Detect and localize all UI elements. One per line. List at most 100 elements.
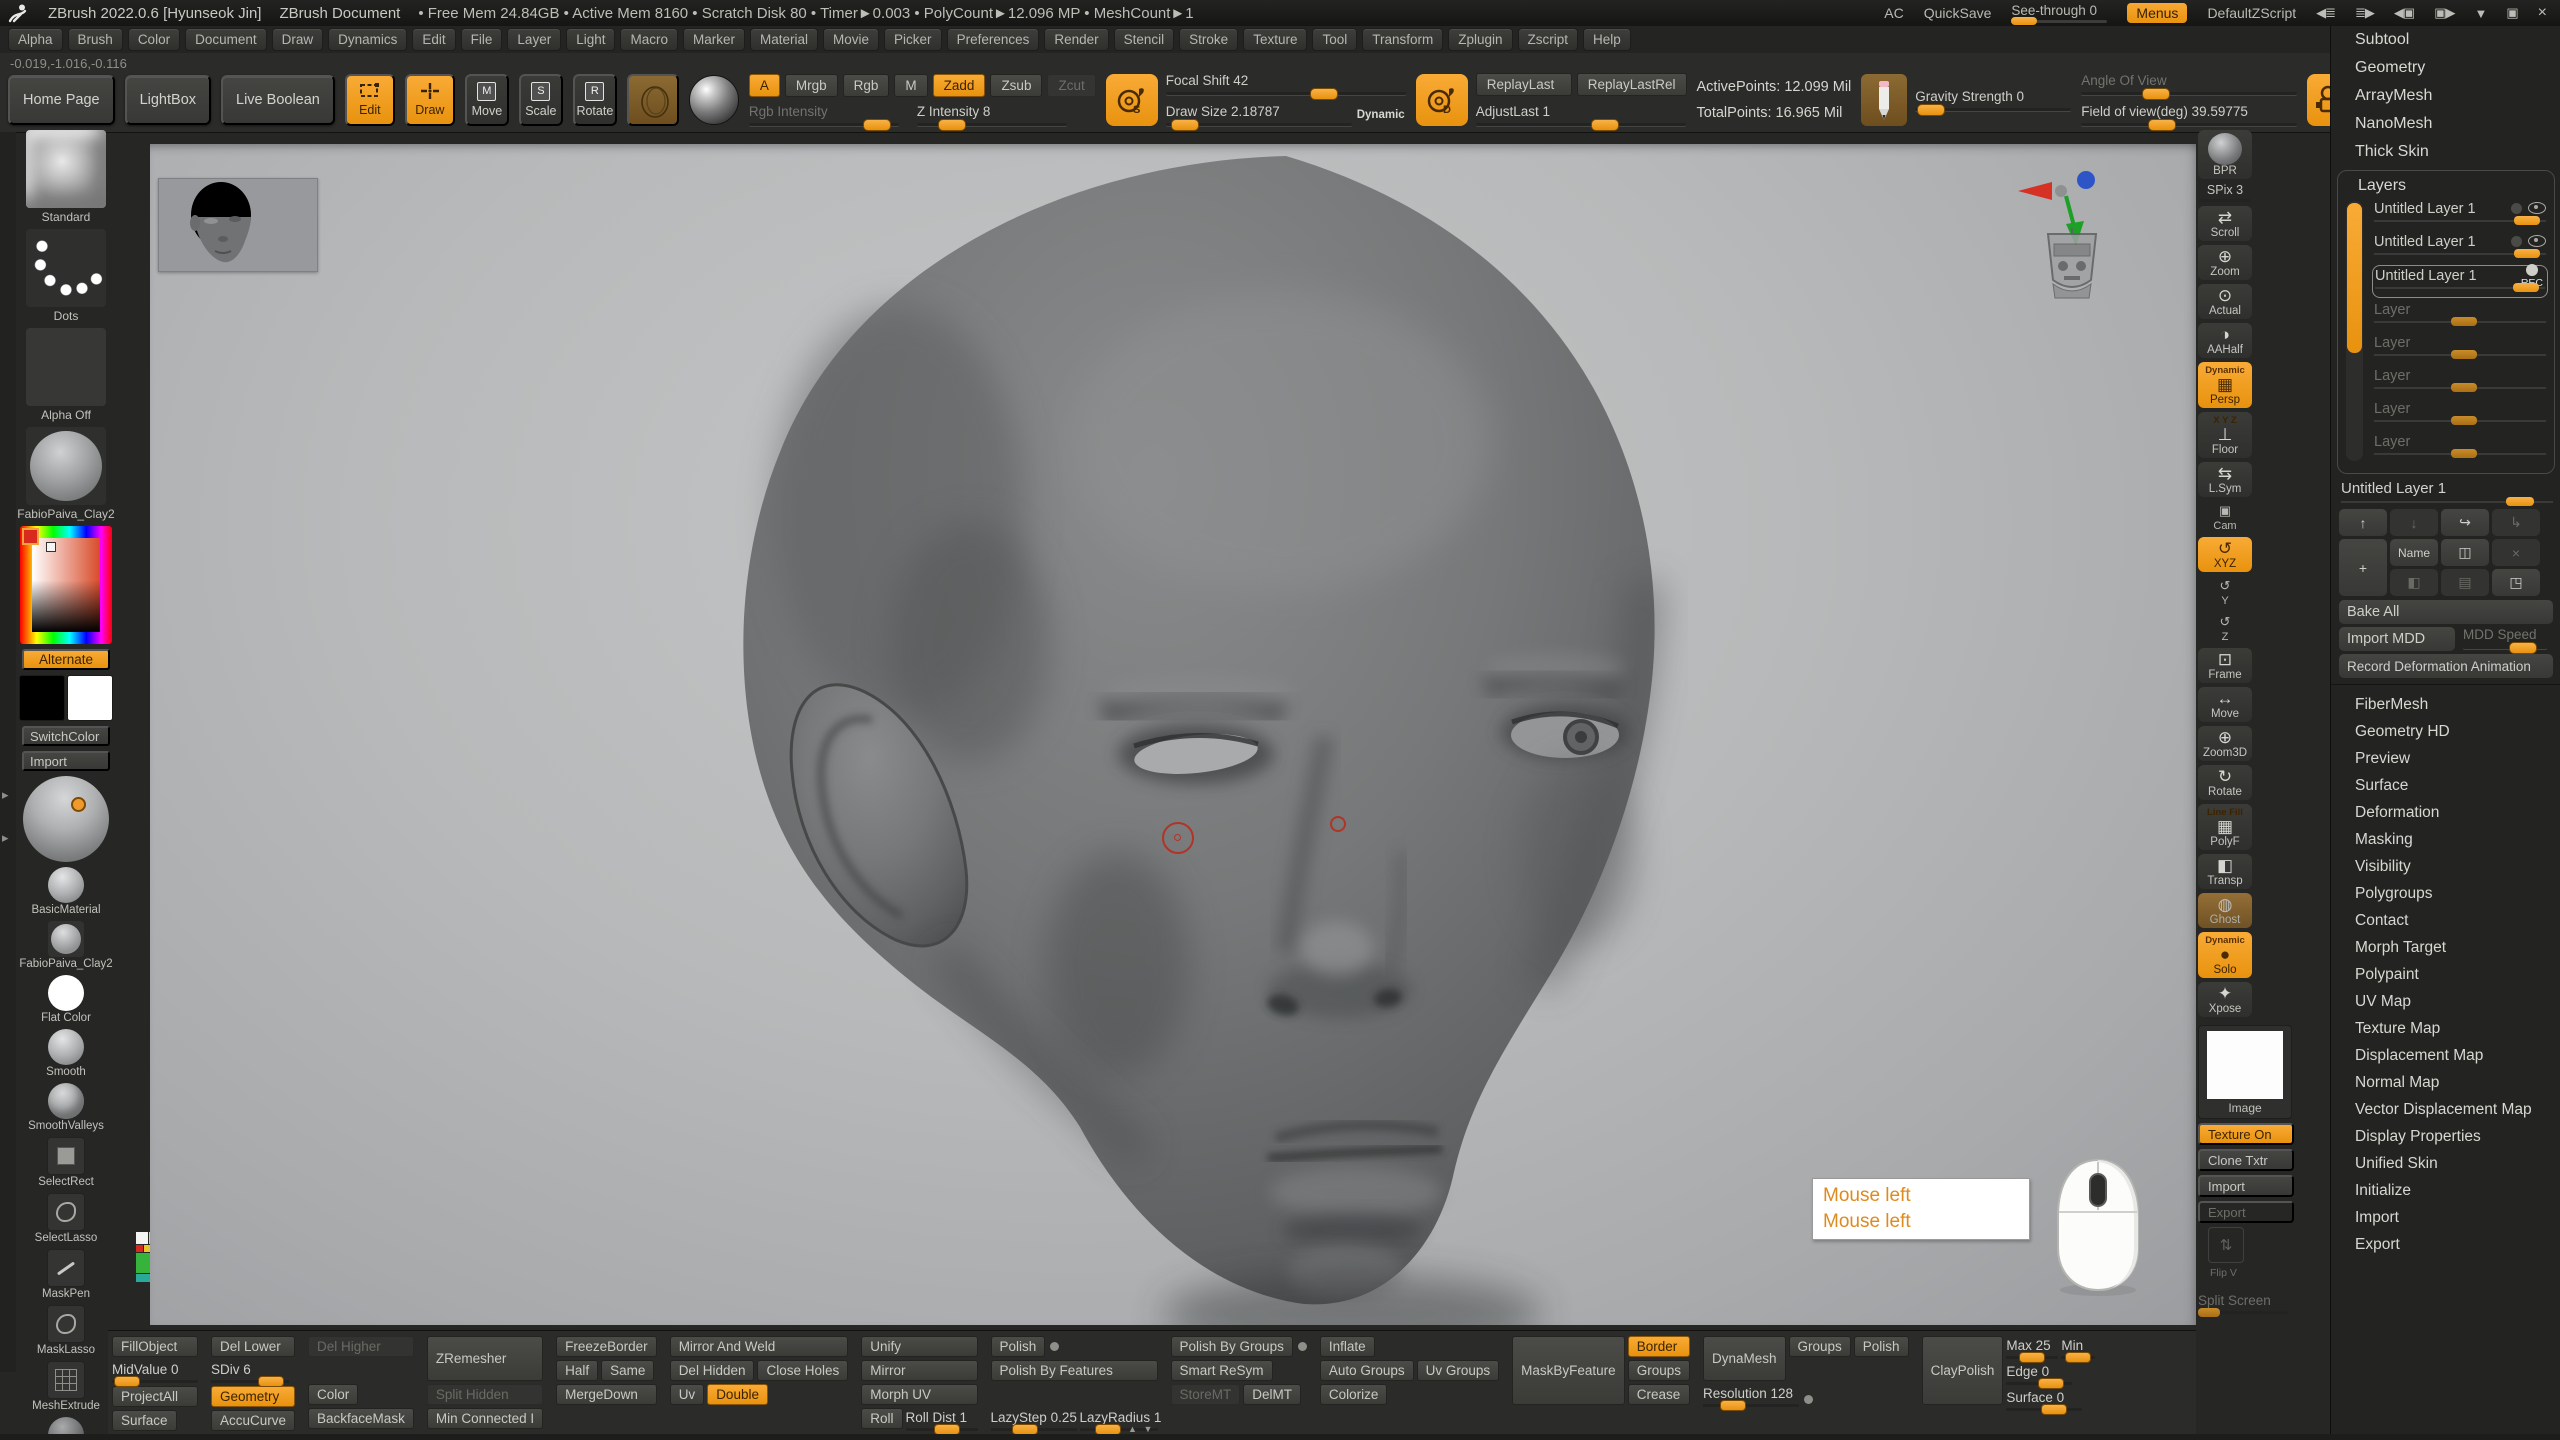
- close-icon[interactable]: ×: [2538, 4, 2546, 22]
- layer-row[interactable]: Untitled Layer 1 REC: [2372, 265, 2548, 298]
- mid-value-slider[interactable]: MidValue 0: [112, 1360, 198, 1383]
- zadd-button[interactable]: Zadd: [933, 74, 986, 97]
- tool-subpalette-item[interactable]: Import: [2331, 1204, 2560, 1231]
- double-button[interactable]: Double: [707, 1384, 768, 1405]
- strip-tool-button[interactable]: ↻ Rotate: [2198, 765, 2252, 800]
- zsub-button[interactable]: Zsub: [990, 74, 1042, 97]
- new-layer-button[interactable]: +: [2339, 539, 2387, 596]
- material-ball-button[interactable]: [689, 75, 739, 125]
- tool-subpalette-item[interactable]: Texture Map: [2331, 1015, 2560, 1042]
- tool-subpalette-item[interactable]: FiberMesh: [2331, 691, 2560, 718]
- alternate-button[interactable]: Alternate: [22, 649, 110, 670]
- roll-button[interactable]: Roll: [861, 1408, 902, 1429]
- surface-button[interactable]: Surface: [112, 1410, 177, 1431]
- menu-item[interactable]: Brush: [68, 28, 123, 51]
- layer-visibility-eye-icon[interactable]: [2528, 235, 2546, 247]
- home-page-button[interactable]: Home Page: [8, 75, 115, 125]
- inflate-button[interactable]: Inflate: [1320, 1336, 1375, 1357]
- color-button[interactable]: Color: [308, 1384, 358, 1405]
- ac-button[interactable]: AC: [1884, 5, 1903, 21]
- menu-item[interactable]: Color: [128, 28, 180, 51]
- replay-last-button[interactable]: ReplayLast: [1476, 73, 1572, 96]
- groups-button[interactable]: Groups: [1628, 1360, 1690, 1381]
- empty-layer-row[interactable]: Layer: [2372, 432, 2548, 463]
- tray-left-icon[interactable]: ◀≣: [2316, 5, 2335, 21]
- material-thumbnail[interactable]: [48, 921, 84, 957]
- strip-tool-button[interactable]: ↺ XYZ: [2198, 537, 2252, 572]
- dynamesh-groups-button[interactable]: Groups: [1789, 1336, 1851, 1357]
- pager-down-icon[interactable]: ▼: [1143, 1424, 1154, 1434]
- palette-material-item[interactable]: MeshExtrude: [32, 1361, 100, 1412]
- strip-tool-button[interactable]: ◑ AAHalf: [2198, 323, 2252, 358]
- strip-tool-button[interactable]: ◍ Ghost: [2198, 893, 2252, 928]
- menu-item[interactable]: Marker: [683, 28, 745, 51]
- layer-dot-icon[interactable]: [2511, 203, 2522, 214]
- strip-tool-button[interactable]: ⊡ Frame: [2198, 648, 2252, 683]
- switch-color-button[interactable]: SwitchColor: [22, 726, 110, 746]
- auto-groups-button[interactable]: Auto Groups: [1320, 1360, 1414, 1381]
- tool-subpalette-item[interactable]: Normal Map: [2331, 1069, 2560, 1096]
- freeze-border-button[interactable]: FreezeBorder: [556, 1336, 657, 1357]
- roll-dist-slider[interactable]: Roll Dist 1: [906, 1408, 978, 1431]
- menu-item[interactable]: Document: [185, 28, 267, 51]
- record-dot-icon[interactable]: [2526, 264, 2538, 276]
- material-thumbnail[interactable]: [48, 975, 84, 1011]
- fill-object-button[interactable]: FillObject: [112, 1336, 198, 1357]
- sdiv-slider[interactable]: SDiv 6: [211, 1360, 289, 1383]
- strip-tool-button[interactable]: ⊕ Zoom3D: [2198, 726, 2252, 761]
- import-mdd-button[interactable]: Import MDD: [2339, 627, 2455, 651]
- menu-item[interactable]: Texture: [1243, 28, 1307, 51]
- replay-last-rel-button[interactable]: ReplayLastRel: [1577, 73, 1687, 96]
- brush-thumbnail[interactable]: [26, 427, 106, 505]
- palette-material-item[interactable]: SmoothValleys: [28, 1083, 104, 1132]
- palette-material-item[interactable]: SelectRect: [38, 1137, 94, 1188]
- main-color-swatch[interactable]: [19, 675, 65, 721]
- clone-txtr-button[interactable]: Clone Txtr: [2198, 1149, 2294, 1171]
- layer-row[interactable]: Untitled Layer 1: [2372, 232, 2548, 263]
- strip-tool-button[interactable]: ↔ Move: [2198, 687, 2252, 722]
- focal-shift-slider[interactable]: Focal Shift 42: [1166, 73, 1406, 95]
- del-lower-button[interactable]: Del Lower: [211, 1336, 295, 1357]
- field-of-view-slider[interactable]: Field of view(deg) 39.59775: [2081, 104, 2297, 126]
- palette-material-item[interactable]: BasicMaterial: [31, 867, 100, 916]
- strip-tool-button[interactable]: ⊙ Actual: [2198, 284, 2252, 319]
- menu-item[interactable]: Edit: [412, 28, 455, 51]
- current-material-sphere[interactable]: [23, 776, 109, 862]
- strip-tool-button[interactable]: Line Fill ▦ PolyF: [2198, 804, 2252, 850]
- max-slider[interactable]: Max 25: [2006, 1336, 2058, 1359]
- layer-dot-icon[interactable]: [2511, 236, 2522, 247]
- layers-scrollbar[interactable]: [2346, 201, 2363, 461]
- project-all-button[interactable]: ProjectAll: [112, 1386, 198, 1407]
- menu-item[interactable]: Movie: [823, 28, 879, 51]
- split-screen-slider[interactable]: Split Screen: [2198, 1293, 2294, 1314]
- move-button[interactable]: M Move: [465, 74, 509, 126]
- gravity-strength-slider[interactable]: Gravity Strength 0: [1915, 89, 2071, 111]
- strip-tool-button[interactable]: ↺ Z: [2198, 612, 2252, 644]
- mdd-speed-slider[interactable]: MDD Speed: [2463, 627, 2547, 649]
- del-mt-button[interactable]: DelMT: [1243, 1384, 1301, 1405]
- empty-layer-row[interactable]: Layer: [2372, 366, 2548, 397]
- tool-subpalette-item[interactable]: Visibility: [2331, 853, 2560, 880]
- default-zscript-button[interactable]: DefaultZScript: [2207, 5, 2296, 21]
- strip-tool-button[interactable]: BPR: [2198, 130, 2252, 179]
- import-color-button[interactable]: Import: [22, 751, 110, 771]
- material-thumbnail[interactable]: [47, 1361, 85, 1399]
- resolution-slider[interactable]: Resolution 128: [1703, 1384, 1799, 1407]
- restore-icon[interactable]: ▣: [2506, 5, 2517, 21]
- sculpt-canvas[interactable]: Mouse left Mouse left: [150, 144, 2196, 1325]
- brush-thumbnail[interactable]: [26, 130, 106, 208]
- menu-item[interactable]: Picker: [884, 28, 942, 51]
- menu-item[interactable]: Stroke: [1179, 28, 1238, 51]
- stroke-preview-button[interactable]: [627, 74, 679, 126]
- minimize-icon[interactable]: ▼: [2474, 6, 2486, 21]
- tool-subpalette-item[interactable]: Unified Skin: [2331, 1150, 2560, 1177]
- empty-layer-row[interactable]: Layer: [2372, 333, 2548, 364]
- menu-item[interactable]: Alpha: [8, 28, 63, 51]
- geometry-button[interactable]: Geometry: [211, 1386, 295, 1407]
- strip-tool-button[interactable]: ⇆ L.Sym: [2198, 462, 2252, 497]
- tool-subpalette-item[interactable]: ArrayMesh: [2331, 82, 2560, 110]
- tool-subpalette-item[interactable]: Display Properties: [2331, 1123, 2560, 1150]
- bake-all-button[interactable]: Bake All: [2339, 600, 2553, 624]
- min-slider[interactable]: Min: [2061, 1336, 2095, 1359]
- draw-button[interactable]: Draw: [405, 74, 455, 126]
